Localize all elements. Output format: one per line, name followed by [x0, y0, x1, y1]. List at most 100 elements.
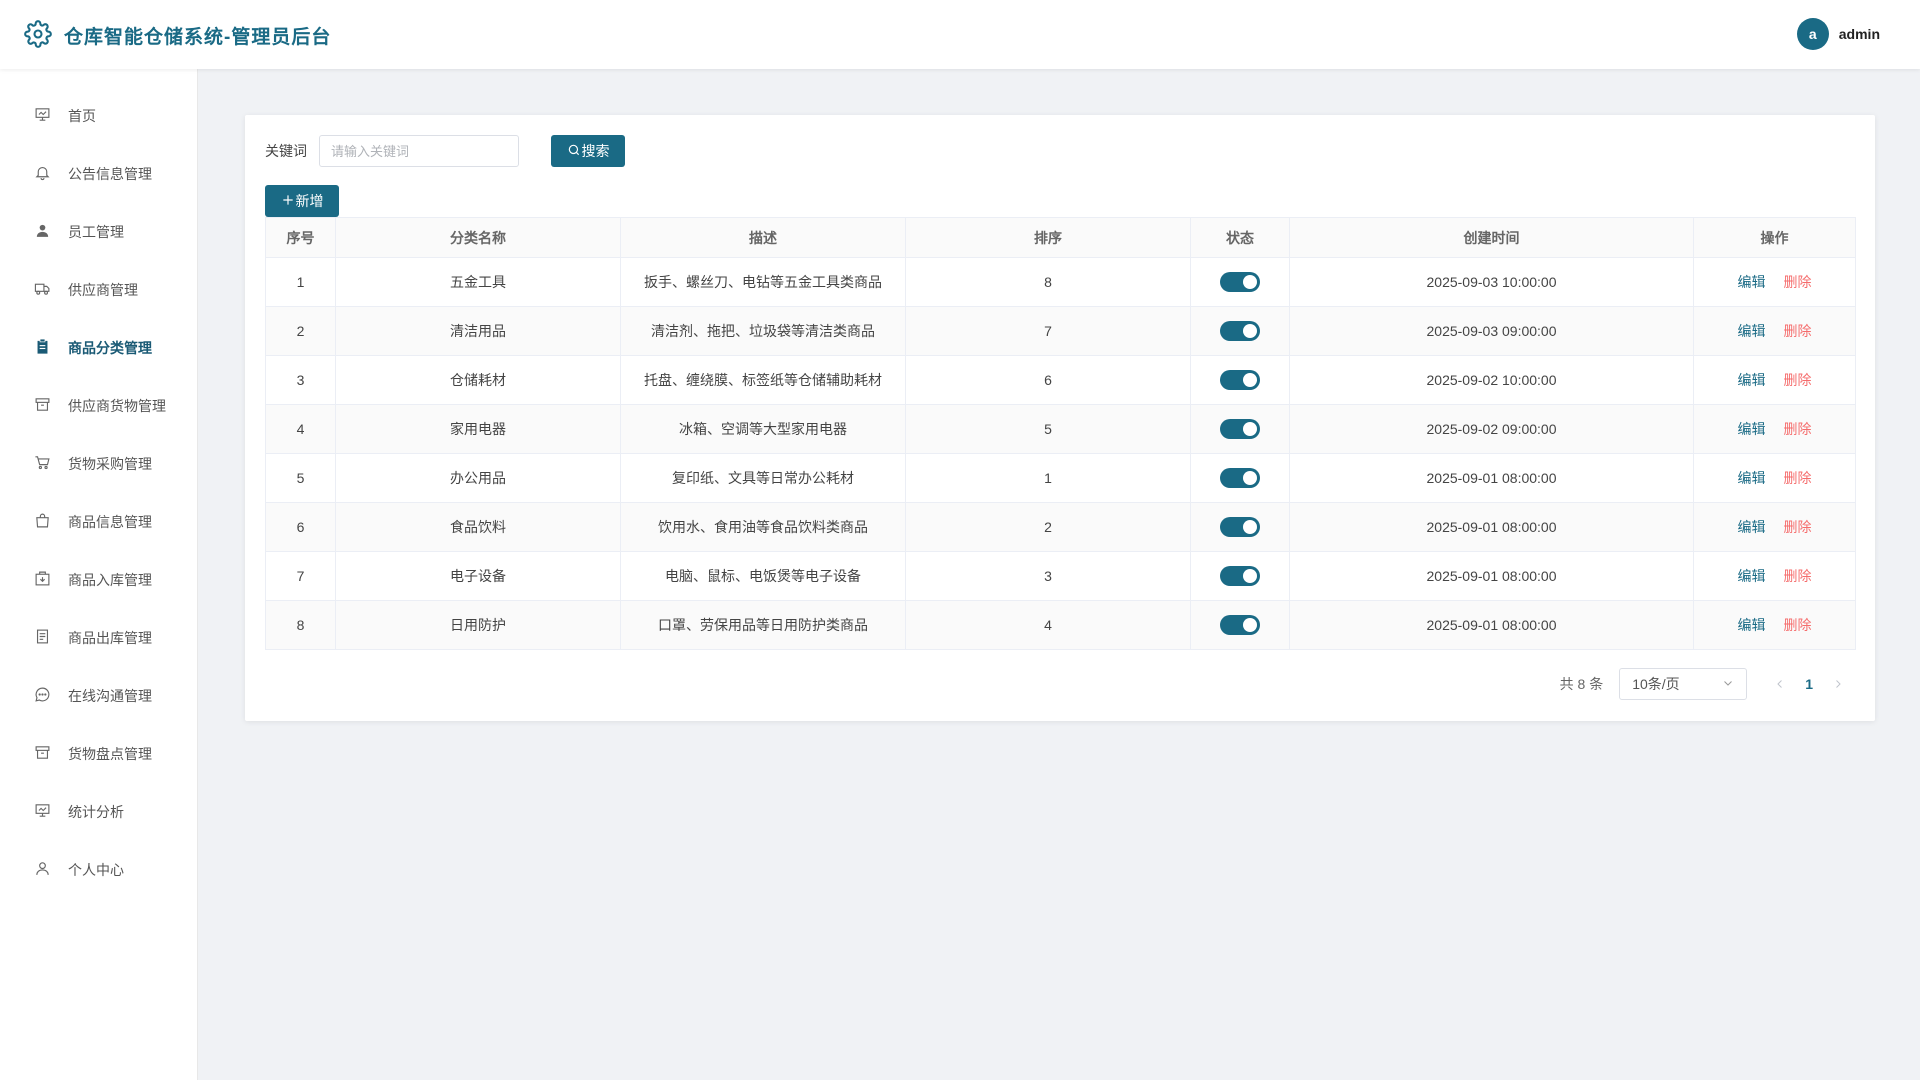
cell-actions: 编辑 删除	[1693, 502, 1856, 552]
category-table: 序号 分类名称 描述 排序 状态 创建时间 操作 1 五金工具 扳手、螺丝刀、电…	[265, 217, 1856, 650]
sidebar-item-home[interactable]: 首页	[0, 94, 198, 138]
status-toggle[interactable]	[1220, 517, 1260, 537]
status-toggle[interactable]	[1220, 272, 1260, 292]
table-row: 2 清洁用品 清洁剂、拖把、垃圾袋等清洁类商品 7 2025-09-03 09:…	[265, 306, 1856, 356]
page-size-select[interactable]: 10条/页	[1619, 668, 1748, 700]
sidebar-item-supplier-goods[interactable]: 供应商货物管理	[0, 384, 198, 428]
table-header-row: 序号 分类名称 描述 排序 状态 创建时间 操作	[265, 217, 1856, 258]
top-header: 仓库智能仓储系统-管理员后台 a admin	[0, 0, 1920, 69]
edit-link[interactable]: 编辑	[1738, 274, 1766, 290]
edit-link[interactable]: 编辑	[1738, 568, 1766, 584]
cell-desc: 冰箱、空调等大型家用电器	[620, 404, 906, 454]
cell-index: 1	[265, 257, 336, 307]
sidebar-item-employees[interactable]: 员工管理	[0, 210, 198, 254]
delete-link[interactable]: 删除	[1784, 568, 1812, 584]
cell-index: 7	[265, 551, 336, 601]
sidebar-item-label: 商品信息管理	[68, 514, 152, 530]
cell-status	[1190, 453, 1290, 503]
table-row: 4 家用电器 冰箱、空调等大型家用电器 5 2025-09-02 09:00:0…	[265, 404, 1856, 454]
cell-index: 8	[265, 600, 336, 650]
cell-status	[1190, 551, 1290, 601]
cell-status	[1190, 257, 1290, 307]
avatar[interactable]: a	[1796, 18, 1829, 50]
sidebar-item-label: 员工管理	[68, 224, 124, 240]
person-icon	[34, 860, 51, 880]
bell-icon	[34, 164, 51, 184]
chart-icon	[34, 802, 51, 822]
keyword-input[interactable]	[319, 135, 519, 167]
status-toggle[interactable]	[1220, 566, 1260, 586]
plus-icon	[281, 193, 296, 210]
sidebar-item-label: 供应商货物管理	[68, 398, 166, 414]
sidebar-item-label: 首页	[68, 108, 96, 124]
edit-link[interactable]: 编辑	[1738, 372, 1766, 388]
toggle-knob	[1243, 373, 1257, 387]
page-number[interactable]: 1	[1805, 676, 1813, 692]
gear-icon	[24, 20, 52, 51]
search-button[interactable]: 搜索	[551, 135, 625, 167]
delete-link[interactable]: 删除	[1784, 421, 1812, 437]
user-menu[interactable]: a admin	[1796, 18, 1880, 50]
delete-link[interactable]: 删除	[1784, 323, 1812, 339]
inbound-icon	[34, 570, 51, 590]
username[interactable]: admin	[1839, 26, 1880, 42]
column-header: 创建时间	[1289, 217, 1694, 258]
sidebar-item-product-info[interactable]: 商品信息管理	[0, 500, 198, 544]
pagination: 共 8 条 10条/页 1	[1560, 668, 1845, 700]
sidebar-item-statistics[interactable]: 统计分析	[0, 790, 198, 834]
edit-link[interactable]: 编辑	[1738, 519, 1766, 535]
status-toggle[interactable]	[1220, 615, 1260, 635]
delete-link[interactable]: 删除	[1784, 617, 1812, 633]
cell-sort: 1	[905, 453, 1191, 503]
sidebar-item-label: 公告信息管理	[68, 166, 152, 182]
table-row: 3 仓储耗材 托盘、缠绕膜、标签纸等仓储辅助耗材 6 2025-09-02 10…	[265, 355, 1856, 405]
truck-icon	[34, 280, 51, 300]
add-button[interactable]: 新增	[265, 185, 339, 217]
cell-name: 清洁用品	[335, 306, 621, 356]
sidebar-item-profile[interactable]: 个人中心	[0, 848, 198, 892]
prev-page-button[interactable]	[1773, 677, 1787, 691]
sidebar-item-inventory-check[interactable]: 货物盘点管理	[0, 732, 198, 776]
sidebar-item-announcements[interactable]: 公告信息管理	[0, 152, 198, 196]
search-button-label: 搜索	[581, 143, 610, 159]
cell-sort: 3	[905, 551, 1191, 601]
sidebar-item-label: 在线沟通管理	[68, 688, 152, 704]
cell-created: 2025-09-01 08:00:00	[1289, 551, 1694, 601]
brand: 仓库智能仓储系统-管理员后台	[24, 20, 331, 51]
cell-sort: 8	[905, 257, 1191, 307]
sidebar-item-product-categories[interactable]: 商品分类管理	[0, 326, 198, 370]
cell-status	[1190, 355, 1290, 405]
sidebar-item-purchasing[interactable]: 货物采购管理	[0, 442, 198, 486]
chevron-down-icon	[1722, 676, 1734, 692]
sidebar-item-chat[interactable]: 在线沟通管理	[0, 674, 198, 718]
cell-actions: 编辑 删除	[1693, 453, 1856, 503]
cell-desc: 口罩、劳保用品等日用防护类商品	[620, 600, 906, 650]
user-icon	[34, 222, 51, 242]
cell-index: 5	[265, 453, 336, 503]
sidebar-item-outbound[interactable]: 商品出库管理	[0, 616, 198, 660]
edit-link[interactable]: 编辑	[1738, 421, 1766, 437]
sidebar-item-inbound[interactable]: 商品入库管理	[0, 558, 198, 602]
toggle-knob	[1243, 324, 1257, 338]
delete-link[interactable]: 删除	[1784, 274, 1812, 290]
status-toggle[interactable]	[1220, 370, 1260, 390]
edit-link[interactable]: 编辑	[1738, 617, 1766, 633]
cell-name: 电子设备	[335, 551, 621, 601]
cell-name: 食品饮料	[335, 502, 621, 552]
delete-link[interactable]: 删除	[1784, 372, 1812, 388]
status-toggle[interactable]	[1220, 468, 1260, 488]
edit-link[interactable]: 编辑	[1738, 323, 1766, 339]
sidebar: 首页 公告信息管理 员工管理 供应商管理 商品分类管理 供应商货物管理 货物采购…	[0, 69, 198, 1080]
sidebar-item-suppliers[interactable]: 供应商管理	[0, 268, 198, 312]
sidebar-item-label: 供应商管理	[68, 282, 138, 298]
delete-link[interactable]: 删除	[1784, 470, 1812, 486]
cell-sort: 5	[905, 404, 1191, 454]
toggle-knob	[1243, 569, 1257, 583]
edit-link[interactable]: 编辑	[1738, 470, 1766, 486]
sidebar-item-label: 个人中心	[68, 862, 124, 878]
next-page-button[interactable]	[1831, 677, 1845, 691]
cell-desc: 电脑、鼠标、电饭煲等电子设备	[620, 551, 906, 601]
status-toggle[interactable]	[1220, 419, 1260, 439]
status-toggle[interactable]	[1220, 321, 1260, 341]
delete-link[interactable]: 删除	[1784, 519, 1812, 535]
